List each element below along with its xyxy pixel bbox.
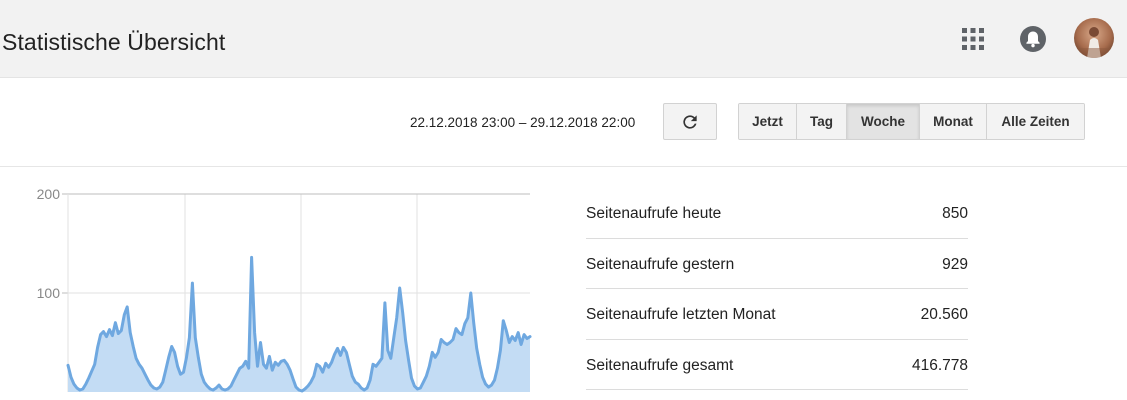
range-now-button[interactable]: Jetzt bbox=[739, 104, 797, 139]
stat-value: 929 bbox=[942, 255, 968, 273]
pageviews-chart: 200 100 bbox=[37, 186, 532, 393]
page-title: Statistische Übersicht bbox=[2, 29, 226, 55]
stat-value: 20.560 bbox=[920, 306, 968, 323]
time-range-selector: Jetzt Tag Woche Monat Alle Zeiten bbox=[738, 103, 1085, 140]
stat-row-today: Seitenaufrufe heute 850 bbox=[586, 188, 968, 239]
y-tick-label: 200 bbox=[37, 186, 61, 202]
range-week-button[interactable]: Woche bbox=[847, 104, 920, 139]
range-day-button[interactable]: Tag bbox=[797, 104, 847, 139]
stat-value: 850 bbox=[942, 205, 968, 222]
stat-value: 416.778 bbox=[911, 356, 968, 374]
stat-row-total: Seitenaufrufe gesamt 416.778 bbox=[586, 340, 968, 390]
refresh-button[interactable] bbox=[663, 103, 717, 140]
apps-grid-icon[interactable] bbox=[961, 27, 985, 51]
stat-row-yesterday: Seitenaufrufe gestern 929 bbox=[586, 239, 968, 289]
date-range-label: 22.12.2018 23:00 – 29.12.2018 22:00 bbox=[410, 115, 636, 130]
range-all-time-button[interactable]: Alle Zeiten bbox=[987, 104, 1084, 139]
stat-label: Seitenaufrufe letzten Monat bbox=[586, 306, 776, 323]
stat-label: Seitenaufrufe gestern bbox=[586, 255, 735, 273]
user-avatar[interactable] bbox=[1074, 18, 1114, 58]
range-month-button[interactable]: Monat bbox=[920, 104, 987, 139]
app-bar: Statistische Übersicht bbox=[0, 0, 1127, 78]
refresh-icon bbox=[683, 114, 697, 129]
series-area bbox=[68, 257, 530, 392]
stat-label: Seitenaufrufe gesamt bbox=[586, 356, 734, 374]
stats-table: Seitenaufrufe heute 850 Seitenaufrufe ge… bbox=[586, 188, 968, 390]
stat-row-last-month: Seitenaufrufe letzten Monat 20.560 bbox=[586, 289, 968, 340]
notifications-bell-icon[interactable] bbox=[1019, 25, 1047, 53]
y-tick-label: 100 bbox=[37, 285, 61, 301]
stat-label: Seitenaufrufe heute bbox=[586, 205, 722, 222]
